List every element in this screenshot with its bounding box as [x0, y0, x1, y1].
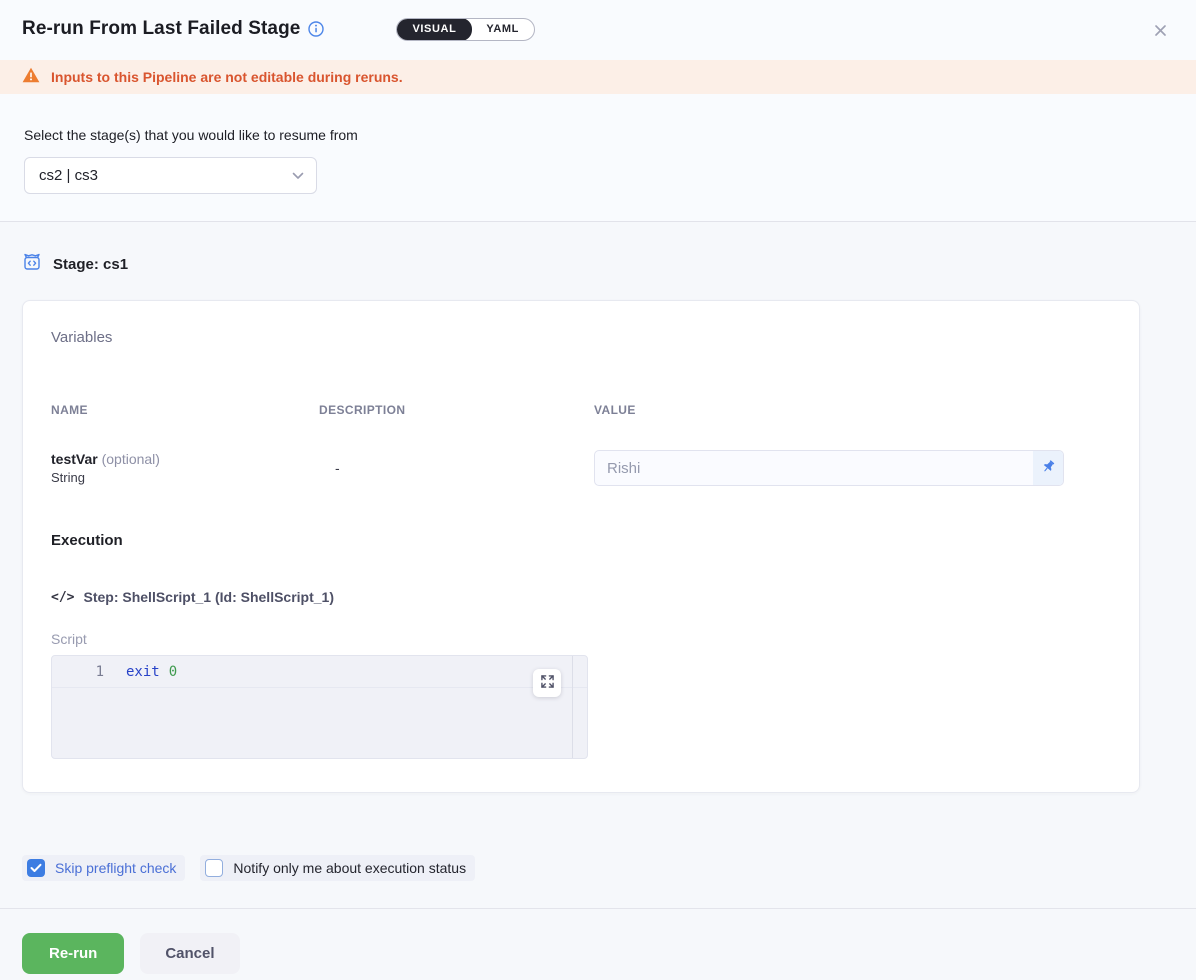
stage-form-section: Stage: cs1 Variables NAME DESCRIPTION VA… — [0, 222, 1196, 980]
step-row: </> Step: ShellScript_1 (Id: ShellScript… — [51, 589, 1111, 605]
modal-header: Re-run From Last Failed Stage VISUAL YAM… — [0, 0, 1196, 45]
visual-yaml-toggle[interactable]: VISUAL YAML — [396, 18, 535, 41]
warning-banner: Inputs to this Pipeline are not editable… — [0, 60, 1196, 94]
column-header-value: VALUE — [594, 403, 1111, 417]
stage-title-row: Stage: cs1 — [0, 222, 1196, 277]
close-icon — [1153, 26, 1168, 41]
warning-icon — [22, 67, 40, 88]
variable-description: - — [319, 460, 594, 476]
table-row: testVar (optional) String - — [51, 450, 1111, 486]
stage-select-label: Select the stage(s) that you would like … — [24, 127, 1196, 143]
variables-heading: Variables — [51, 329, 1111, 346]
variable-value-input[interactable] — [595, 451, 1033, 485]
expand-editor-button[interactable] — [533, 669, 561, 697]
footer-divider — [0, 908, 1196, 909]
skip-preflight-checkbox[interactable]: Skip preflight check — [22, 855, 185, 881]
column-header-description: DESCRIPTION — [319, 403, 594, 417]
stage-title: Stage: cs1 — [53, 256, 128, 273]
code-step-icon: </> — [51, 590, 74, 605]
stage-inputs-card: Variables NAME DESCRIPTION VALUE testVar… — [22, 300, 1140, 793]
modal-top-section: Re-run From Last Failed Stage VISUAL YAM… — [0, 0, 1196, 222]
close-button[interactable] — [1149, 19, 1172, 45]
skip-preflight-label: Skip preflight check — [55, 860, 176, 876]
variable-optional-tag: (optional) — [98, 451, 160, 467]
options-row: Skip preflight check Notify only me abou… — [22, 855, 1196, 881]
notify-only-me-checkbox[interactable]: Notify only me about execution status — [200, 855, 475, 881]
editor-scrollbar-track — [572, 656, 573, 758]
script-code-editor[interactable]: 1 exit 0 — [51, 655, 588, 759]
stage-select-value: cs2 | cs3 — [39, 167, 292, 184]
execution-heading: Execution — [51, 532, 1111, 549]
rerun-button[interactable]: Re-run — [22, 933, 124, 974]
info-icon[interactable] — [308, 21, 324, 37]
line-number: 1 — [90, 664, 104, 680]
notify-only-me-label: Notify only me about execution status — [233, 860, 466, 876]
action-buttons-row: Re-run Cancel — [22, 933, 1196, 974]
column-header-name: NAME — [51, 403, 319, 417]
pin-input-type-button[interactable] — [1033, 451, 1063, 485]
step-title: Step: ShellScript_1 (Id: ShellScript_1) — [83, 589, 334, 605]
custom-stage-icon — [22, 252, 42, 277]
stage-select-dropdown[interactable]: cs2 | cs3 — [24, 157, 317, 194]
variables-table-header: NAME DESCRIPTION VALUE — [51, 403, 1111, 417]
variable-value-field — [594, 450, 1064, 486]
cancel-button[interactable]: Cancel — [140, 933, 239, 974]
checkbox-checked-icon[interactable] — [27, 859, 45, 877]
code-number: 0 — [169, 664, 177, 680]
chevron-down-icon — [292, 167, 304, 185]
variable-name-cell: testVar (optional) String — [51, 451, 319, 485]
variable-name: testVar — [51, 451, 98, 467]
tab-visual[interactable]: VISUAL — [396, 18, 472, 41]
pin-icon — [1041, 459, 1056, 477]
script-label: Script — [51, 631, 1111, 647]
expand-icon — [541, 675, 554, 691]
warning-text: Inputs to this Pipeline are not editable… — [51, 69, 403, 85]
code-line: 1 exit 0 — [52, 656, 587, 688]
checkbox-unchecked-icon[interactable] — [205, 859, 223, 877]
variable-type: String — [51, 470, 319, 485]
page-title: Re-run From Last Failed Stage — [22, 18, 300, 40]
tab-yaml[interactable]: YAML — [471, 19, 534, 40]
code-keyword: exit — [126, 664, 160, 680]
